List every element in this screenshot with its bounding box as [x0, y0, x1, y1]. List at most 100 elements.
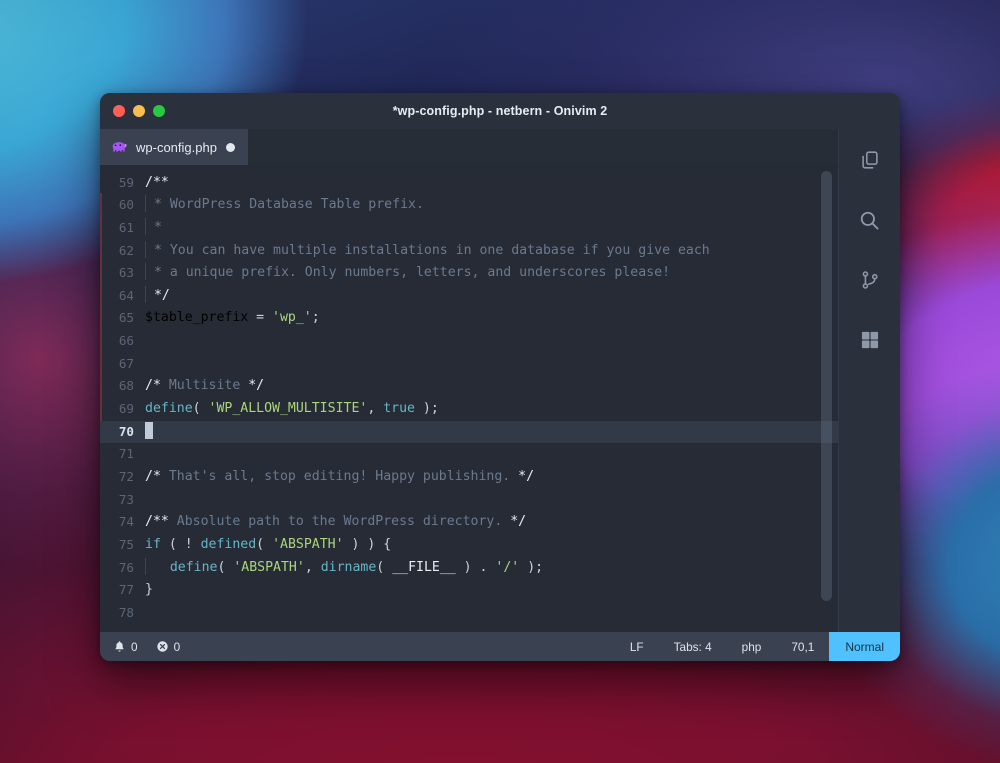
- line-number: 76: [118, 559, 134, 575]
- window-traffic-lights: [100, 105, 165, 117]
- code-token: * WordPress Database Table prefix.: [146, 197, 424, 213]
- code-line[interactable]: 76 define( 'ABSPATH', dirname( __FILE__ …: [100, 557, 838, 580]
- code-line-content: /**: [144, 172, 838, 195]
- code-line-content: /* That's all, stop editing! Happy publi…: [144, 466, 838, 489]
- code-line[interactable]: 64 */: [100, 285, 838, 308]
- code-token: (: [256, 536, 273, 552]
- close-window-button[interactable]: [113, 105, 125, 117]
- line-number: 67: [118, 355, 134, 371]
- code-line[interactable]: 59 /**: [100, 172, 838, 195]
- window-titlebar[interactable]: *wp-config.php - netbern - Onivim 2: [100, 93, 900, 129]
- code-line-content: if ( ! defined( 'ABSPATH' ) ) {: [144, 534, 838, 557]
- tab-wp-config-php[interactable]: wp-config.php: [100, 129, 248, 165]
- code-token: 'ABSPATH': [272, 536, 344, 552]
- php-elephant-icon: [111, 139, 127, 155]
- code-line[interactable]: 72 /* That's all, stop editing! Happy pub…: [100, 466, 838, 489]
- code-token: * a unique prefix. Only numbers, letters…: [146, 265, 671, 281]
- code-token: /**: [145, 174, 169, 190]
- code-token: }: [145, 582, 153, 598]
- line-number: 62: [118, 242, 134, 258]
- code-line[interactable]: 68 /* Multisite */: [100, 375, 838, 398]
- code-token: /*: [145, 378, 161, 394]
- code-line[interactable]: 66: [100, 330, 838, 353]
- code-line[interactable]: 60 * WordPress Database Table prefix.: [100, 194, 838, 217]
- problems-status[interactable]: 0: [156, 640, 180, 654]
- code-token: define: [169, 559, 218, 575]
- code-token: true: [383, 401, 415, 417]
- code-line[interactable]: 77}: [100, 579, 838, 602]
- code-editor-surface[interactable]: 5859/**60 * WordPress Database Table pre…: [100, 165, 838, 632]
- cursor-position-status[interactable]: 70,1: [776, 632, 829, 661]
- code-line-content: * You can have multiple installations in…: [144, 240, 838, 263]
- minimize-window-button[interactable]: [133, 105, 145, 117]
- zoom-window-button[interactable]: [153, 105, 165, 117]
- text-cursor: [145, 421, 153, 439]
- explorer-files-icon[interactable]: [853, 143, 887, 177]
- code-line[interactable]: 71: [100, 443, 838, 466]
- notifications-count: 0: [131, 639, 138, 654]
- extensions-icon[interactable]: [853, 323, 887, 357]
- code-token: );: [414, 401, 439, 417]
- code-line[interactable]: 78: [100, 602, 838, 625]
- desktop-wallpaper: *wp-config.php - netbern - Onivim 2 wp-c…: [0, 0, 1000, 763]
- tab-label: wp-config.php: [136, 139, 217, 155]
- code-line-content: /** Absolute path to the WordPress direc…: [144, 511, 838, 534]
- indentation-status[interactable]: Tabs: 4: [659, 632, 727, 661]
- line-number: 64: [118, 287, 134, 303]
- code-token: =: [248, 310, 273, 326]
- code-token: Absolute path to the WordPress directory…: [168, 514, 511, 530]
- line-number: 74: [118, 514, 134, 530]
- tab-unsaved-indicator[interactable]: [225, 142, 235, 152]
- line-number: 65: [118, 310, 134, 326]
- line-number: 73: [118, 491, 134, 507]
- code-line[interactable]: 58: [100, 165, 838, 172]
- code-token: ) .: [455, 559, 496, 575]
- search-icon[interactable]: [853, 203, 887, 237]
- code-line[interactable]: 75 if ( ! defined( 'ABSPATH' ) ) {: [100, 534, 838, 557]
- code-token: That's all, stop editing! Happy publishi…: [160, 468, 519, 484]
- code-token: ,: [367, 401, 384, 417]
- code-line[interactable]: 61 *: [100, 217, 838, 240]
- code-token: ) ) {: [343, 536, 392, 552]
- status-bar: 0 0 LF Tabs: 4 php 70,1 Normal: [100, 632, 900, 661]
- error-circle-icon: [156, 640, 169, 653]
- code-line[interactable]: 67: [100, 353, 838, 376]
- code-token: /**: [145, 514, 169, 530]
- editor-scrollbar-thumb[interactable]: [821, 171, 832, 601]
- code-token: */: [146, 287, 170, 303]
- code-token: Multisite: [160, 378, 249, 394]
- code-line[interactable]: 69 define( 'WP_ALLOW_MULTISITE', true );: [100, 398, 838, 421]
- notifications-status[interactable]: 0: [113, 640, 138, 654]
- code-line[interactable]: 65 $table_prefix = 'wp_';: [100, 307, 838, 330]
- code-line-content: }: [144, 579, 838, 602]
- code-line[interactable]: 73: [100, 489, 838, 512]
- code-line-content: * WordPress Database Table prefix.: [144, 194, 838, 217]
- code-token: */: [510, 514, 527, 530]
- code-line[interactable]: 74 /** Absolute path to the WordPress dir…: [100, 511, 838, 534]
- code-line[interactable]: 63 * a unique prefix. Only numbers, lett…: [100, 262, 838, 285]
- code-token: ,: [304, 559, 321, 575]
- code-token: $table_prefix: [145, 310, 249, 326]
- line-number: 66: [118, 333, 134, 349]
- editor-vertical-scrollbar[interactable]: [821, 165, 832, 632]
- source-control-icon[interactable]: [853, 263, 887, 297]
- code-token: '/': [495, 559, 520, 575]
- language-mode-status[interactable]: php: [727, 632, 777, 661]
- code-token: 'WP_ALLOW_MULTISITE': [208, 401, 368, 417]
- status-bar-spacer: [180, 632, 615, 661]
- line-ending-status[interactable]: LF: [615, 632, 659, 661]
- line-number: 70: [118, 423, 134, 439]
- code-line-content: *: [144, 217, 838, 240]
- code-token: *: [146, 219, 162, 235]
- line-number: 68: [118, 378, 134, 394]
- code-line-content: $table_prefix = 'wp_';: [144, 307, 838, 330]
- code-token: ;: [311, 310, 320, 326]
- code-line[interactable]: 62 * You can have multiple installations…: [100, 240, 838, 263]
- editor-tabstrip: wp-config.php: [100, 129, 838, 165]
- code-line[interactable]: 70: [100, 420, 838, 444]
- activity-bar: [838, 129, 900, 632]
- code-token: );: [519, 559, 544, 575]
- code-token: */: [248, 378, 265, 394]
- status-bar-right: LF Tabs: 4 php 70,1 Normal: [615, 632, 900, 661]
